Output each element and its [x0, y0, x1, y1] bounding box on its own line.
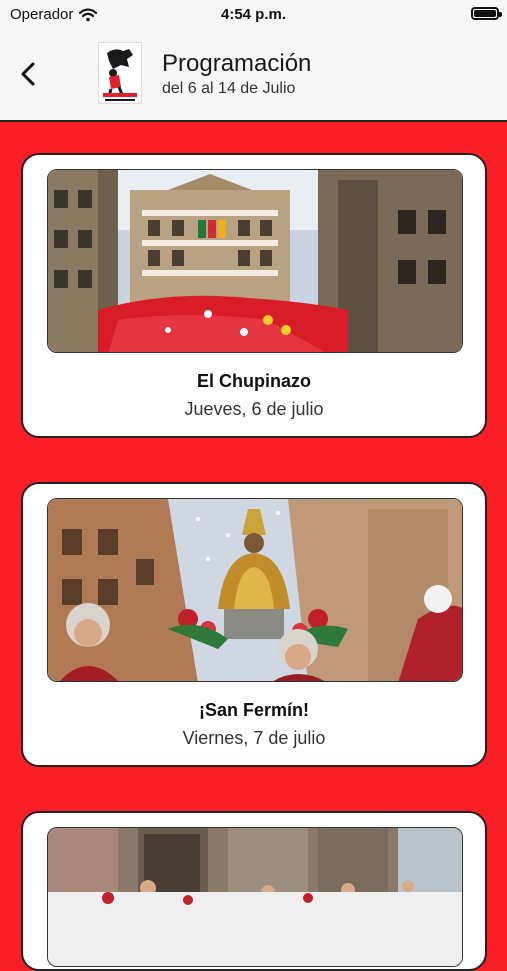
back-chevron-icon [21, 62, 35, 86]
navigation-bar: Programación del 6 al 14 de Julio [0, 30, 507, 122]
festival-poster-logo [98, 42, 142, 104]
event-date: Jueves, 6 de julio [184, 399, 324, 419]
status-time: 4:54 p.m. [220, 6, 287, 23]
event-photo-chupinazo [47, 169, 463, 353]
event-card-chupinazo[interactable]: El Chupinazo Jueves, 6 de julio [21, 153, 487, 438]
page-title: Programación [162, 50, 312, 77]
event-title: ¡San Fermín! [198, 700, 309, 720]
event-date: Viernes, 7 de julio [182, 728, 326, 748]
status-bar: Operador 4:54 p.m. [0, 0, 507, 30]
back-button[interactable] [14, 58, 42, 90]
battery-icon [471, 7, 502, 20]
event-card-third[interactable] [21, 811, 487, 971]
event-card-san-fermin[interactable]: ¡San Fermín! Viernes, 7 de julio [21, 482, 487, 767]
page-subtitle: del 6 al 14 de Julio [162, 80, 296, 97]
event-photo-san-fermin [47, 498, 463, 682]
event-title: El Chupinazo [197, 371, 311, 391]
event-photo-street [47, 827, 463, 967]
